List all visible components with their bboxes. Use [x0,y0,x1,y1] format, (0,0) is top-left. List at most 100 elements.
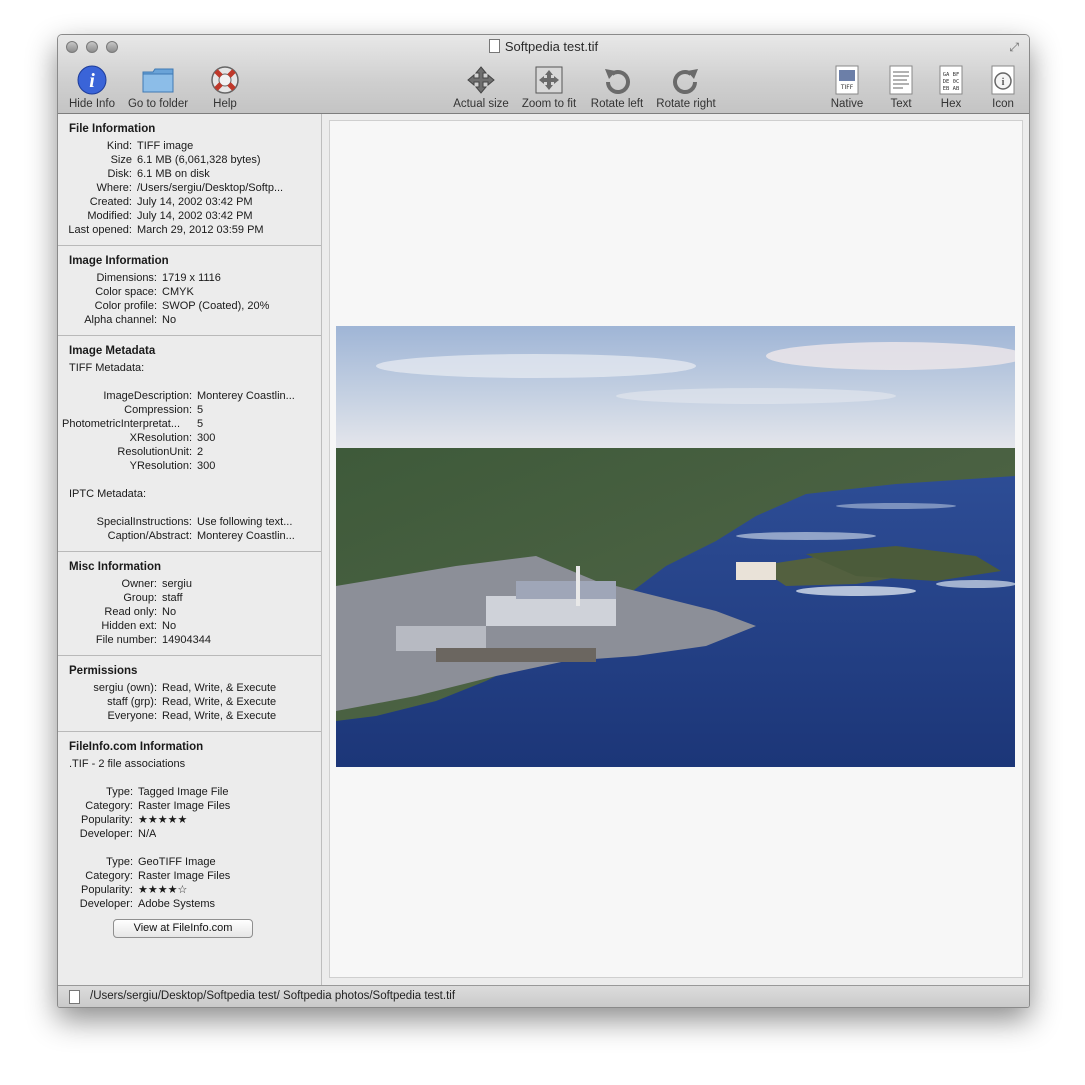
help-label: Help [213,98,237,110]
hex-view-button[interactable]: GA BF DE 0C EB AB Hex [930,63,972,110]
info-row: Modified: July 14, 2002 03:42 PM [87,210,253,222]
rotate-left-label: Rotate left [590,98,644,110]
metadata-row: SpecialInstructions: Use following text..… [96,516,293,528]
info-row: Read only: No [104,606,177,618]
window-title-text: Softpedia test.tif [504,39,599,54]
section-title: Permissions [69,665,138,677]
rotate-right-button[interactable]: Rotate right [652,63,720,110]
popularity-stars: ★★★★★ [138,814,188,826]
fullscreen-icon[interactable]: ⤢ [1009,40,1019,55]
icon-label: Icon [992,98,1014,110]
svg-text:GA BF: GA BF [943,72,960,78]
document-icon [488,39,500,53]
info-row: Hidden ext: No [101,620,177,632]
preview-image [336,326,1015,767]
info-row: Created: July 14, 2002 03:42 PM [89,196,253,208]
section-title: File Information [69,123,156,135]
go-to-folder-label: Go to folder [127,98,189,110]
assoc-row: Popularity: ★★★★★ [81,814,188,826]
lifebuoy-icon [211,66,239,94]
actual-size-button[interactable]: Actual size [450,63,512,110]
text-view-button[interactable]: Text [880,63,922,110]
assoc-row: Developer: N/A [79,828,157,840]
info-row: Kind: TIFF image [106,140,194,152]
rotate-left-button[interactable]: Rotate left [587,63,647,110]
quicklook-window: Softpedia test.tif ⤢ i Hide Info Go to f… [57,34,1030,1008]
native-view-button[interactable]: TIFF Native [826,63,868,110]
section-title: FileInfo.com Information [69,741,204,753]
zoom-fit-icon [535,66,563,94]
hex-doc-icon: GA BFDE 0CEB AB [939,65,963,95]
info-sidebar: File Information Kind: TIFF image Size 6.1… [58,114,322,985]
info-row: File number: 14904344 [95,634,211,646]
info-doc-icon: i [991,65,1015,95]
metadata-row: XResolution: 300 [129,432,216,444]
svg-text:i: i [1002,77,1005,88]
info-row: Size 6.1 MB (6,061,328 bytes) [110,154,261,166]
window-title: Softpedia test.tif [58,39,1029,54]
svg-text:TIFF: TIFF [840,84,854,91]
info-row: Group: staff [123,592,183,604]
folder-icon [142,68,174,93]
metadata-row: YResolution: 300 [129,460,216,472]
info-row: Color profile: SWOP (Coated), 20% [94,300,270,312]
metadata-row: PhotometricInterpretat... 5 [62,418,204,430]
native-label: Native [830,98,864,110]
move-arrows-icon [467,66,495,94]
fileinfo-section: FileInfo.com Information .TIF - 2 file a… [58,732,321,952]
image-information-section: Image Information Dimensions: 1719 x 1116… [58,246,321,336]
view-at-fileinfo-button[interactable]: View at FileInfo.com [113,919,253,938]
zoom-to-fit-label: Zoom to fit [521,98,577,110]
toolbar: Softpedia test.tif ⤢ i Hide Info Go to f… [58,35,1029,114]
go-to-folder-button[interactable]: Go to folder [124,63,192,110]
metadata-row: Caption/Abstract: Monterey Coastlin... [107,530,295,542]
permission-row: sergiu (own): Read, Write, & Execute [93,682,277,694]
section-title: Image Metadata [69,345,156,357]
svg-text:i: i [89,70,95,92]
file-associations: .TIF - 2 file associations [69,758,186,770]
image-metadata-section: Image Metadata TIFF Metadata: ImageDescr… [58,336,321,552]
assoc-row: Popularity: ★★★★☆ [81,884,188,896]
info-row: Owner: sergiu [121,578,192,590]
rotate-right-icon [673,69,698,94]
section-title: Misc Information [69,561,162,573]
status-bar: /Users/sergiu/Desktop/Softpedia test/ So… [58,985,1029,1007]
info-row: Last opened: March 29, 2012 03:59 PM [68,224,264,236]
permission-row: staff (grp): Read, Write, & Execute [107,696,277,708]
info-row: Alpha channel: No [84,314,177,326]
metadata-row: ResolutionUnit: 2 [117,446,204,458]
popularity-stars: ★★★★☆ [138,884,188,896]
text-doc-icon [889,65,913,95]
iptc-metadata-label: IPTC Metadata: [69,488,147,500]
info-row: Dimensions: 1719 x 1116 [96,272,221,284]
zoom-to-fit-button[interactable]: Zoom to fit [518,63,580,110]
svg-text:EB AB: EB AB [943,86,960,92]
section-title: Image Information [69,255,169,267]
info-row: Disk: 6.1 MB on disk [107,168,210,180]
misc-information-section: Misc Information Owner: sergiu Group: staf… [58,552,321,656]
permission-row: Everyone: Read, Write, & Execute [107,710,277,722]
metadata-row: ImageDescription: Monterey Coastlin... [103,390,295,402]
permissions-section: Permissions sergiu (own): Read, Write, & … [58,656,321,732]
tiff-metadata-label: TIFF Metadata: [69,362,145,374]
hex-label: Hex [940,98,962,110]
preview-pane [329,120,1023,978]
text-label: Text [890,98,912,110]
hide-info-label: Hide Info [68,98,116,110]
actual-size-label: Actual size [453,98,509,110]
assoc-row: Category: Raster Image Files [85,870,231,882]
help-button[interactable]: Help [200,63,250,110]
info-row: Where:/Users/sergiu/Desktop/Softp... [96,182,284,194]
info-icon: i [77,65,107,95]
file-information-section: File Information Kind: TIFF image Size 6.1… [58,114,321,246]
rotate-right-label: Rotate right [656,98,716,110]
assoc-row: Developer: Adobe Systems [79,898,216,910]
icon-view-button[interactable]: i Icon [982,63,1024,110]
file-path: /Users/sergiu/Desktop/Softpedia test/ So… [90,990,456,1002]
native-doc-icon: TIFF [835,65,859,95]
info-row: Color space: CMYK [95,286,194,298]
rotate-left-icon [605,69,630,94]
assoc-row: Type: GeoTIFF Image [106,856,216,868]
hide-info-button[interactable]: i Hide Info [64,63,120,110]
metadata-row: Compression: 5 [124,404,204,416]
